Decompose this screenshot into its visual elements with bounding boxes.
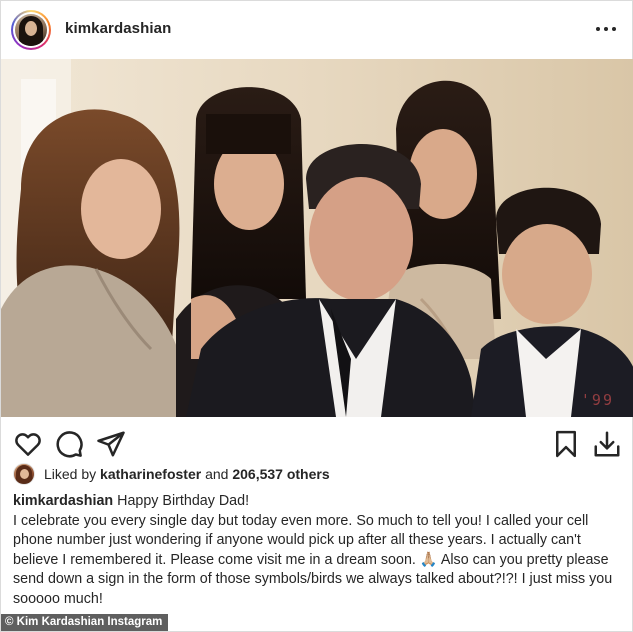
more-options-icon[interactable] <box>596 21 616 37</box>
heart-icon[interactable] <box>13 429 43 459</box>
share-icon[interactable] <box>96 429 126 459</box>
liker-avatar[interactable] <box>13 463 35 485</box>
post-photo[interactable]: '99 <box>1 59 633 417</box>
action-bar <box>1 421 633 465</box>
likes-suffix[interactable]: others <box>287 466 330 482</box>
instagram-post: kimkardashian '99 Liked by katharinefost… <box>0 0 633 632</box>
likes-prefix: Liked by <box>44 466 97 482</box>
liker-username[interactable]: katharinefoster <box>100 466 201 482</box>
caption-body: I celebrate you every single day but tod… <box>13 512 613 607</box>
post-caption: kimkardashian Happy Birthday Dad! I cele… <box>13 492 625 610</box>
post-header: kimkardashian <box>1 1 633 59</box>
likes-summary: Liked by katharinefoster and 206,537 oth… <box>13 463 330 485</box>
photo-credit: © Kim Kardashian Instagram <box>1 614 169 631</box>
comment-icon[interactable] <box>54 429 84 459</box>
post-username[interactable]: kimkardashian <box>65 20 171 37</box>
likes-count[interactable]: 206,537 <box>232 466 283 482</box>
avatar-image <box>15 14 47 46</box>
bookmark-icon[interactable] <box>551 429 581 459</box>
profile-avatar[interactable] <box>11 10 51 50</box>
family-photo-illustration <box>1 59 633 417</box>
date-stamp: '99 <box>580 391 614 409</box>
download-icon[interactable] <box>592 429 622 459</box>
likes-connector: and <box>205 466 229 482</box>
caption-username[interactable]: kimkardashian <box>13 493 113 509</box>
caption-first-line: Happy Birthday Dad! <box>117 493 250 509</box>
